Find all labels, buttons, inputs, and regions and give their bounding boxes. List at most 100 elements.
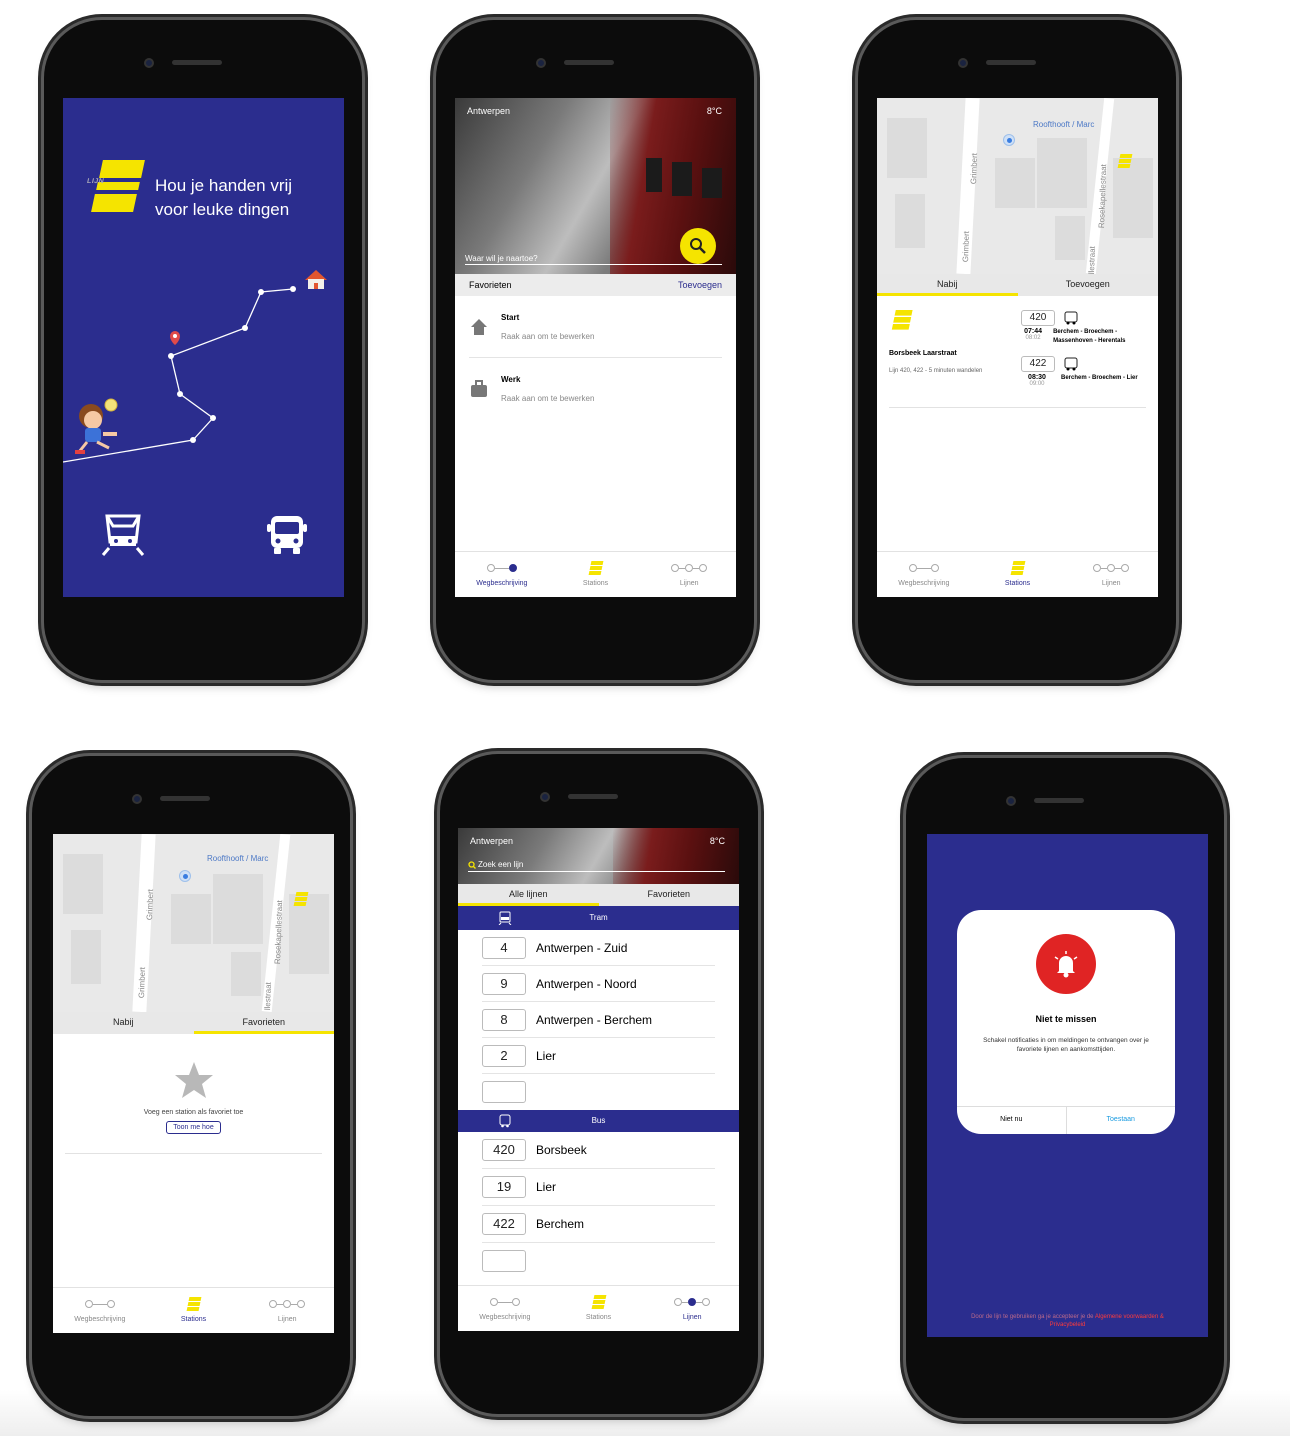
stations-logo-icon xyxy=(588,561,604,575)
tab-wegbeschrijving[interactable]: Wegbeschrijving xyxy=(53,1288,147,1333)
notification-dialog: Niet te missen Schakel notificaties in o… xyxy=(957,910,1175,1134)
map-view[interactable]: Grimbert Grimbert Rosekapellestraat lles… xyxy=(877,98,1158,274)
allow-button[interactable]: Toestaan xyxy=(1067,1107,1176,1134)
phone-stations-nearby: Grimbert Grimbert Rosekapellestraat lles… xyxy=(858,20,1176,680)
station-marker[interactable] xyxy=(1117,154,1133,173)
splash-screen: LIJN Hou je handen vrij voor leuke dinge… xyxy=(63,98,344,597)
tab-lijnen[interactable]: Lijnen xyxy=(1064,552,1158,597)
header-photo: Antwerpen 8°C Waar wil je naartoe? xyxy=(455,98,736,274)
departure-row[interactable]: 422 08:30 09:00 Berchem - Broechem - Lier xyxy=(1021,356,1157,387)
favorites-list: Start Raak aan om te bewerken Werk Raak … xyxy=(455,296,736,420)
map-view[interactable]: Grimbert Grimbert Rosekapellestraat lles… xyxy=(53,834,334,1012)
line-row[interactable]: 19 Lier xyxy=(482,1169,715,1206)
line-row-empty[interactable] xyxy=(482,1243,715,1279)
speaker xyxy=(1034,798,1084,803)
camera xyxy=(958,58,968,68)
bottom-tab-bar: Wegbeschrijving Stations Lijnen xyxy=(455,551,736,597)
phone-splash: LIJN Hou je handen vrij voor leuke dinge… xyxy=(44,20,362,680)
tab-stations[interactable]: Stations xyxy=(147,1288,241,1333)
dialog-body: Schakel notificaties in om meldingen te … xyxy=(983,1037,1149,1053)
bottom-tab-bar: Wegbeschrijving Stations Lijnen xyxy=(53,1287,334,1333)
search-icon xyxy=(468,860,476,869)
favorites-header: Favorieten Toevoegen xyxy=(455,274,736,296)
departure-row[interactable]: 420 07:44 08:02 Berchem - Broechem - Mass… xyxy=(1021,310,1157,346)
segment-alle-lijnen[interactable]: Alle lijnen xyxy=(458,884,599,906)
bus-icon xyxy=(499,1114,511,1128)
house-icon xyxy=(305,270,327,289)
camera xyxy=(1006,796,1016,806)
show-me-button[interactable]: Toon me hoe xyxy=(166,1121,221,1134)
tab-stations[interactable]: Stations xyxy=(552,1286,646,1331)
stop-name: Borsbeek Laarstraat xyxy=(889,350,957,357)
segment-toevoegen[interactable]: Toevoegen xyxy=(1018,274,1159,296)
search-icon xyxy=(690,238,706,254)
line-row[interactable]: 9 Antwerpen - Noord xyxy=(482,966,715,1002)
bus-icon xyxy=(1064,311,1078,325)
line-row-empty[interactable] xyxy=(482,1074,715,1110)
line-row[interactable]: 4 Antwerpen - Zuid xyxy=(482,930,715,966)
stop-info: Lijn 420, 422 - 5 minuten wandelen xyxy=(889,368,983,374)
poi-label[interactable]: Roofthooft / Marc xyxy=(1033,120,1094,129)
route-planner-screen: Antwerpen 8°C Waar wil je naartoe? Favori… xyxy=(455,98,736,597)
empty-text: Voeg een station als favoriet toe xyxy=(143,1109,244,1116)
kid-illustration xyxy=(75,398,118,454)
tab-stations[interactable]: Stations xyxy=(971,552,1065,597)
segment-favorieten[interactable]: Favorieten xyxy=(193,1012,334,1034)
favorite-subtitle: Raak aan om te bewerken xyxy=(501,394,595,403)
stations-favorites-screen: Grimbert Grimbert Rosekapellestraat lles… xyxy=(53,834,334,1333)
favorite-title: Werk xyxy=(501,375,521,384)
speaker xyxy=(564,60,614,65)
line-row[interactable]: 8 Antwerpen - Berchem xyxy=(482,1002,715,1038)
mockup-stage: LIJN Hou je handen vrij voor leuke dinge… xyxy=(0,0,1290,1436)
segment-nabij[interactable]: Nabij xyxy=(877,274,1018,296)
phone-lines: Antwerpen 8°C Zoek een lijn Alle lijnen F… xyxy=(440,754,758,1414)
footer-text: Door de lijn te gebruiken ga je acceptee… xyxy=(971,1314,1094,1320)
line-row[interactable]: 422 Berchem xyxy=(482,1206,715,1243)
city-label: Antwerpen xyxy=(467,106,511,116)
notification-screen: Niet te missen Schakel notificaties in o… xyxy=(927,834,1208,1337)
poi-label[interactable]: Roofthooft / Marc xyxy=(207,854,268,863)
camera xyxy=(144,58,154,68)
favorite-subtitle: Raak aan om te bewerken xyxy=(501,331,595,341)
speaker xyxy=(986,60,1036,65)
favorites-title: Favorieten xyxy=(469,280,512,290)
star-icon xyxy=(174,1062,213,1098)
tab-stations[interactable]: Stations xyxy=(549,552,643,597)
speaker xyxy=(160,796,210,801)
bus-button[interactable] xyxy=(263,512,311,561)
city-label: Antwerpen xyxy=(470,836,514,846)
speaker xyxy=(568,794,618,799)
camera xyxy=(540,792,550,802)
bell-icon xyxy=(1054,951,1078,978)
search-button[interactable] xyxy=(680,228,716,264)
bus-icon xyxy=(1064,357,1078,371)
segment-nabij[interactable]: Nabij xyxy=(53,1012,194,1034)
bus-section-header: Bus xyxy=(458,1110,739,1132)
not-now-button[interactable]: Niet nu xyxy=(957,1107,1067,1134)
bus-lines-list: 420 Borsbeek 19 Lier 422 Berchem xyxy=(458,1132,739,1279)
current-location-dot xyxy=(179,870,191,882)
tab-wegbeschrijving[interactable]: Wegbeschrijving xyxy=(877,552,971,597)
tram-section-header: Tram xyxy=(458,906,739,930)
dialog-title: Niet te missen xyxy=(1035,1014,1097,1024)
lines-screen: Antwerpen 8°C Zoek een lijn Alle lijnen F… xyxy=(458,828,739,1331)
favorite-item-work[interactable]: Werk Raak aan om te bewerken xyxy=(469,358,722,420)
home-icon xyxy=(471,318,487,335)
tab-wegbeschrijving[interactable]: Wegbeschrijving xyxy=(458,1286,552,1331)
segment-control: Alle lijnen Favorieten xyxy=(458,884,739,906)
segment-favorieten[interactable]: Favorieten xyxy=(599,884,740,906)
line-row[interactable]: 420 Borsbeek xyxy=(482,1132,715,1169)
tab-lijnen[interactable]: Lijnen xyxy=(642,552,736,597)
favorite-title: Start xyxy=(501,312,520,322)
favorite-item-start[interactable]: Start Raak aan om te bewerken xyxy=(469,296,722,358)
line-search-input[interactable]: Zoek een lijn xyxy=(468,860,725,872)
station-marker[interactable] xyxy=(293,892,309,911)
tram-icon xyxy=(101,514,145,556)
add-favorite-link[interactable]: Toevoegen xyxy=(678,274,722,296)
tab-lijnen[interactable]: Lijnen xyxy=(240,1288,334,1333)
tab-lijnen[interactable]: Lijnen xyxy=(645,1286,739,1331)
line-row[interactable]: 2 Lier xyxy=(482,1038,715,1074)
tram-button[interactable] xyxy=(99,512,147,561)
station-card[interactable]: Borsbeek Laarstraat Lijn 420, 422 - 5 mi… xyxy=(889,296,1146,408)
tab-wegbeschrijving[interactable]: Wegbeschrijving xyxy=(455,552,549,597)
